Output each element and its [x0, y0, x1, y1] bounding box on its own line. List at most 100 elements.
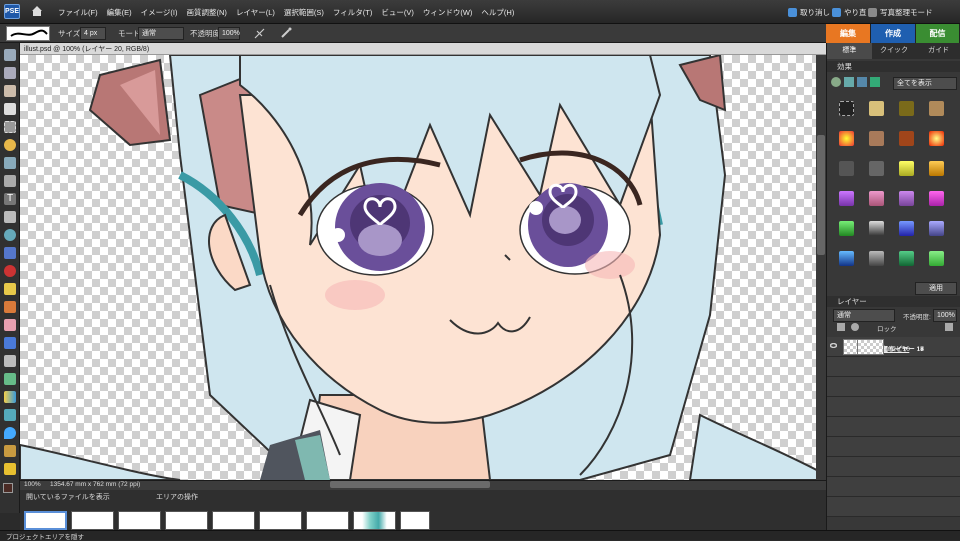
layer-row[interactable]: 線画 — [827, 339, 960, 457]
adjustment-layer-icon[interactable] — [851, 323, 859, 331]
effect-thumbnail[interactable] — [929, 191, 944, 206]
airbrush-icon[interactable] — [254, 28, 265, 39]
effect-thumbnail[interactable] — [869, 161, 884, 176]
effect-thumbnail[interactable] — [839, 221, 854, 236]
show-open-files-select[interactable]: 開いているファイルを表示 — [26, 492, 110, 502]
effect-thumbnail[interactable] — [839, 191, 854, 206]
effect-thumbnail[interactable] — [839, 251, 854, 266]
clone-stamp-tool-icon[interactable] — [4, 301, 16, 313]
apply-effect-button[interactable]: 適用 — [915, 282, 957, 295]
effect-thumbnail[interactable] — [929, 251, 944, 266]
vertical-scroll-thumb[interactable] — [817, 135, 825, 255]
photo-effects-icon[interactable] — [857, 77, 867, 87]
tab-create[interactable]: 作成 — [871, 24, 916, 43]
all-effects-icon[interactable] — [870, 77, 880, 87]
tab-full[interactable]: 標準 — [827, 43, 872, 59]
layer-row[interactable]: 髪 — [827, 339, 960, 437]
size-field[interactable]: 4 px — [80, 27, 106, 40]
horizontal-scroll-thumb[interactable] — [330, 481, 490, 488]
new-layer-icon[interactable] — [837, 323, 845, 331]
crop-tool-icon[interactable] — [4, 211, 16, 223]
menu-file[interactable]: ファイル(F) — [58, 7, 98, 18]
effect-thumbnail[interactable] — [899, 191, 914, 206]
file-thumbnail[interactable] — [71, 511, 114, 530]
marquee-tool-icon[interactable] — [4, 121, 16, 133]
eraser-tool-icon[interactable] — [4, 319, 16, 331]
file-thumbnail[interactable] — [24, 511, 67, 530]
effect-thumbnail[interactable] — [839, 101, 854, 116]
brush-preset-picker[interactable] — [6, 26, 50, 41]
red-eye-tool-icon[interactable] — [4, 265, 16, 277]
zoom-readout[interactable]: 100% — [24, 481, 41, 488]
effect-thumbnail[interactable] — [869, 221, 884, 236]
hand-tool-icon[interactable] — [4, 85, 16, 97]
sponge-tool-icon[interactable] — [4, 445, 16, 457]
file-thumbnail[interactable] — [212, 511, 255, 530]
menu-edit[interactable]: 編集(E) — [107, 7, 132, 18]
effect-thumbnail[interactable] — [899, 251, 914, 266]
file-thumbnail[interactable] — [259, 511, 302, 530]
file-thumbnail[interactable] — [165, 511, 208, 530]
blend-mode-select[interactable]: 通常 — [833, 309, 895, 322]
vertical-scrollbar[interactable] — [816, 55, 826, 480]
lasso-tool-icon[interactable] — [4, 139, 16, 151]
menu-image[interactable]: イメージ(I) — [141, 7, 178, 18]
magic-wand-tool-icon[interactable] — [4, 157, 16, 169]
menu-layer[interactable]: レイヤー(L) — [236, 7, 275, 18]
foreground-color-swatch[interactable] — [3, 483, 13, 493]
layer-row[interactable]: レイヤー 18 — [827, 339, 960, 517]
eyedropper-tool-icon[interactable] — [4, 103, 16, 115]
move-tool-icon[interactable] — [4, 49, 16, 61]
home-icon[interactable] — [30, 4, 44, 18]
mode-select[interactable]: 通常 — [138, 27, 184, 40]
layer-row[interactable]: レイヤー 15 — [827, 339, 960, 397]
tab-share[interactable]: 配信 — [916, 24, 960, 43]
menu-help[interactable]: ヘルプ(H) — [481, 7, 514, 18]
layer-row[interactable]: 髪 のコピー — [827, 339, 960, 417]
shape-tool-icon[interactable] — [4, 409, 16, 421]
effects-panel-header[interactable]: 効果 — [827, 61, 960, 72]
layer-row[interactable]: レイヤー 14 — [827, 339, 960, 377]
undo-button[interactable]: 取り消し — [788, 0, 830, 24]
brush-settings-icon[interactable] — [280, 27, 292, 39]
effect-thumbnail[interactable] — [929, 131, 944, 146]
canvas[interactable] — [20, 55, 826, 480]
effect-thumbnail[interactable] — [929, 161, 944, 176]
pencil-tool-icon[interactable] — [4, 463, 16, 475]
selection-brush-tool-icon[interactable] — [4, 175, 16, 187]
delete-layer-icon[interactable] — [945, 323, 953, 331]
effect-thumbnail[interactable] — [929, 101, 944, 116]
brush-tool-icon[interactable] — [4, 337, 16, 349]
gradient-tool-icon[interactable] — [4, 391, 16, 403]
menu-select[interactable]: 選択範囲(S) — [284, 7, 324, 18]
effect-thumbnail[interactable] — [899, 161, 914, 176]
filters-icon[interactable] — [831, 77, 841, 87]
file-thumbnail[interactable] — [353, 511, 396, 530]
effect-thumbnail[interactable] — [899, 131, 914, 146]
cookie-cutter-tool-icon[interactable] — [4, 229, 16, 241]
layer-row[interactable]: 下書き — [827, 339, 960, 477]
menu-filter[interactable]: フィルタ(T) — [333, 7, 372, 18]
blur-tool-icon[interactable] — [4, 427, 16, 439]
tab-guided[interactable]: ガイド — [916, 43, 960, 59]
tab-edit[interactable]: 編集 — [826, 24, 871, 43]
tab-quick[interactable]: クイック — [872, 43, 917, 59]
effect-thumbnail[interactable] — [869, 131, 884, 146]
layer-styles-icon[interactable] — [844, 77, 854, 87]
effect-thumbnail[interactable] — [899, 221, 914, 236]
file-thumbnail[interactable] — [400, 511, 430, 530]
menu-view[interactable]: ビュー(V) — [381, 7, 414, 18]
menu-enhance[interactable]: 画質調整(N) — [187, 7, 227, 18]
opacity-field[interactable]: 100% — [218, 27, 240, 40]
spot-healing-tool-icon[interactable] — [4, 283, 16, 295]
area-action-menu[interactable]: エリアの操作 — [156, 492, 198, 502]
straighten-tool-icon[interactable] — [4, 247, 16, 259]
effect-thumbnail[interactable] — [899, 101, 914, 116]
organizer-button[interactable]: 写真整理モード — [868, 0, 933, 24]
paint-bucket-tool-icon[interactable] — [4, 373, 16, 385]
effect-thumbnail[interactable] — [839, 161, 854, 176]
smart-brush-tool-icon[interactable] — [4, 355, 16, 367]
document-tab[interactable]: illust.psd @ 100% (レイヤー 20, RGB/8) — [20, 43, 826, 55]
layer-row[interactable]: レイヤー 10 — [827, 339, 960, 497]
type-tool-icon[interactable]: T — [4, 193, 16, 205]
